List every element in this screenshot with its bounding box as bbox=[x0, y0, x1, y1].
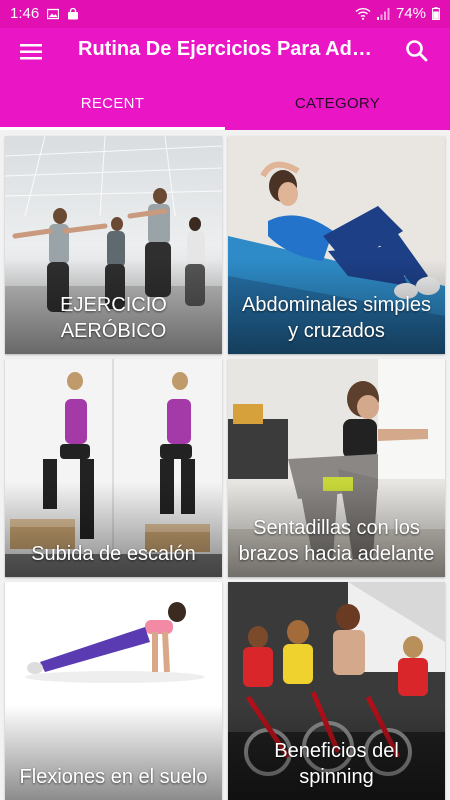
app-bar: Rutina De Ejercicios Para Adultos Mayore… bbox=[0, 28, 450, 76]
card-title: Sentadillas con los brazos hacia adelant… bbox=[238, 517, 435, 565]
card-title: Abdominales simples y cruzados bbox=[242, 294, 431, 342]
card-flexiones[interactable]: Flexiones en el suelo bbox=[5, 582, 222, 800]
search-icon bbox=[406, 40, 428, 62]
app-title: Rutina De Ejercicios Para Adultos Mayore… bbox=[78, 38, 383, 60]
card-spinning[interactable]: Beneficios del spinning bbox=[228, 582, 445, 800]
search-button[interactable] bbox=[404, 38, 430, 64]
menu-icon bbox=[20, 44, 42, 60]
card-abdominales[interactable]: Abdominales simples y cruzados bbox=[228, 136, 445, 354]
image-icon bbox=[47, 8, 60, 19]
signal-icon bbox=[376, 7, 390, 20]
status-bar: 1:46 74% bbox=[0, 0, 450, 28]
tab-category[interactable]: CATEGORY bbox=[225, 76, 450, 130]
card-title: Subida de escalón bbox=[31, 543, 196, 565]
card-title: Beneficios del spinning bbox=[274, 740, 399, 788]
card-title: Flexiones en el suelo bbox=[19, 766, 208, 788]
shopping-bag-icon bbox=[68, 7, 79, 19]
card-ejercicio-aerobico[interactable]: EJERCICIO AERÓBICO bbox=[5, 136, 222, 354]
status-time: 1:46 bbox=[10, 5, 40, 22]
tab-bar: RECENT CATEGORY bbox=[0, 76, 450, 130]
battery-percent: 74% bbox=[395, 5, 426, 22]
menu-button[interactable] bbox=[19, 40, 43, 64]
tab-recent[interactable]: RECENT bbox=[0, 76, 225, 130]
card-title: EJERCICIO AERÓBICO bbox=[60, 294, 167, 342]
battery-icon bbox=[432, 7, 440, 20]
exercise-grid: EJERCICIO AERÓBICO Abdominales simples y… bbox=[0, 130, 450, 800]
wifi-icon bbox=[355, 7, 371, 20]
card-subida-de-escalon[interactable]: Subida de escalón bbox=[5, 359, 222, 577]
card-sentadillas[interactable]: Sentadillas con los brazos hacia adelant… bbox=[228, 359, 445, 577]
